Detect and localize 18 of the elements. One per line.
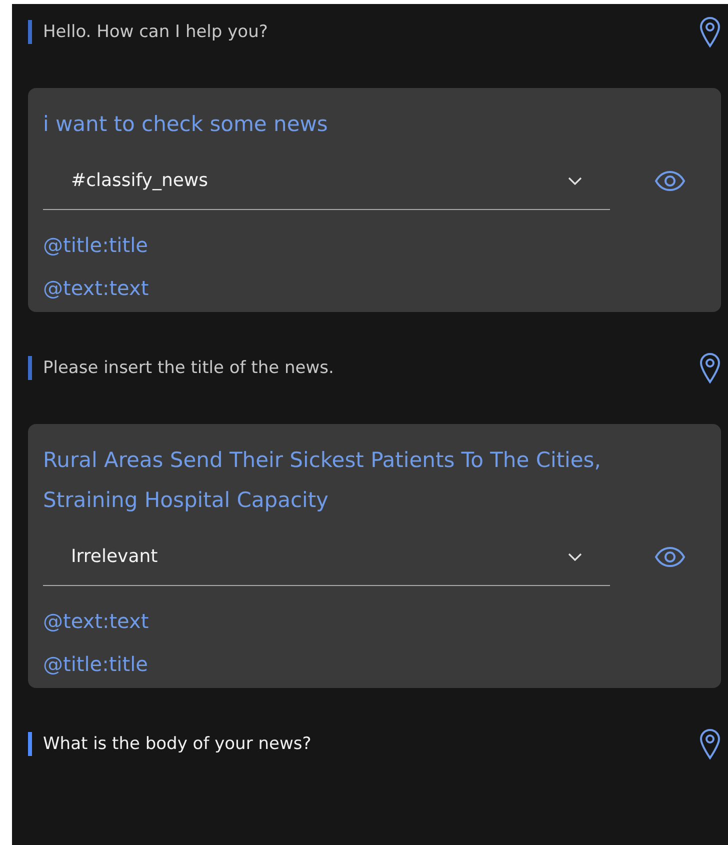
entity-tag: @text:text	[43, 600, 149, 643]
entity-tag: @title:title	[43, 643, 148, 686]
user-utterance: i want to check some news	[43, 111, 329, 138]
location-pin-icon[interactable]	[699, 16, 721, 48]
intent-dropdown[interactable]: #classify_news	[43, 152, 610, 210]
intent-dropdown[interactable]: Irrelevant	[43, 528, 610, 586]
bot-message: Hello. How can I help you?	[43, 22, 269, 42]
chevron-down-icon	[568, 176, 582, 184]
entity-tag: @text:text	[43, 267, 149, 310]
bot-message: Please insert the title of the news.	[43, 358, 335, 378]
location-pin-icon[interactable]	[699, 352, 721, 384]
entity-tag: @title:title	[43, 224, 148, 267]
chevron-down-icon	[568, 552, 582, 560]
bot-message: What is the body of your news?	[43, 734, 312, 754]
location-pin-icon[interactable]	[699, 728, 721, 760]
eye-icon[interactable]	[654, 170, 686, 192]
user-utterance: Rural Areas Send Their Sickest Patients To The Cities, Straining Hospital Capacity	[43, 447, 602, 514]
eye-icon[interactable]	[654, 546, 686, 568]
